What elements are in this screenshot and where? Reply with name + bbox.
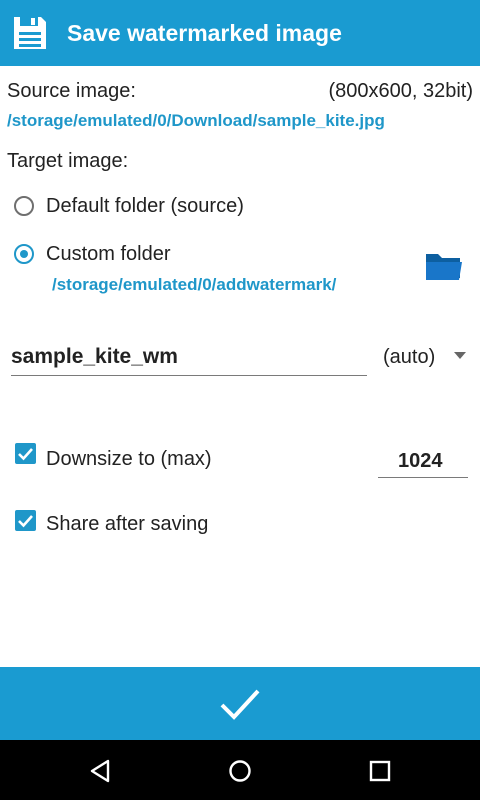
filename-underline [11, 375, 367, 376]
checkmark-icon [18, 515, 33, 528]
downsize-label[interactable]: Downsize to (max) [46, 448, 212, 471]
radio-custom-folder[interactable] [14, 244, 34, 264]
source-info: (800x600, 32bit) [328, 80, 473, 102]
downsize-value-input[interactable]: 1024 [398, 450, 443, 473]
downsize-underline [378, 477, 468, 478]
back-icon[interactable] [88, 759, 112, 783]
custom-folder-path: /storage/emulated/0/addwatermark/ [52, 275, 337, 294]
dropdown-arrow-icon[interactable] [454, 352, 466, 360]
floppy-disk-icon [14, 17, 46, 49]
target-label: Target image: [7, 150, 129, 172]
custom-folder-label[interactable]: Custom folder [46, 243, 171, 266]
confirm-button[interactable] [0, 667, 480, 740]
default-folder-label[interactable]: Default folder (source) [46, 195, 244, 218]
system-nav-bar [0, 740, 480, 800]
format-dropdown[interactable]: (auto) [383, 346, 435, 369]
radio-default-folder[interactable] [14, 196, 34, 216]
folder-icon[interactable] [424, 250, 464, 282]
home-icon[interactable] [228, 759, 252, 783]
source-label: Source image: [7, 80, 136, 102]
recents-icon[interactable] [369, 760, 391, 782]
dialog-title: Save watermarked image [67, 19, 342, 46]
downsize-checkbox[interactable] [15, 443, 36, 464]
source-path: /storage/emulated/0/Download/sample_kite… [7, 111, 385, 130]
checkmark-icon [18, 448, 33, 461]
filename-input[interactable]: sample_kite_wm [11, 345, 178, 369]
checkmark-icon [220, 689, 260, 720]
share-checkbox[interactable] [15, 510, 36, 531]
share-label[interactable]: Share after saving [46, 513, 208, 536]
app-header: Save watermarked image [0, 0, 480, 66]
